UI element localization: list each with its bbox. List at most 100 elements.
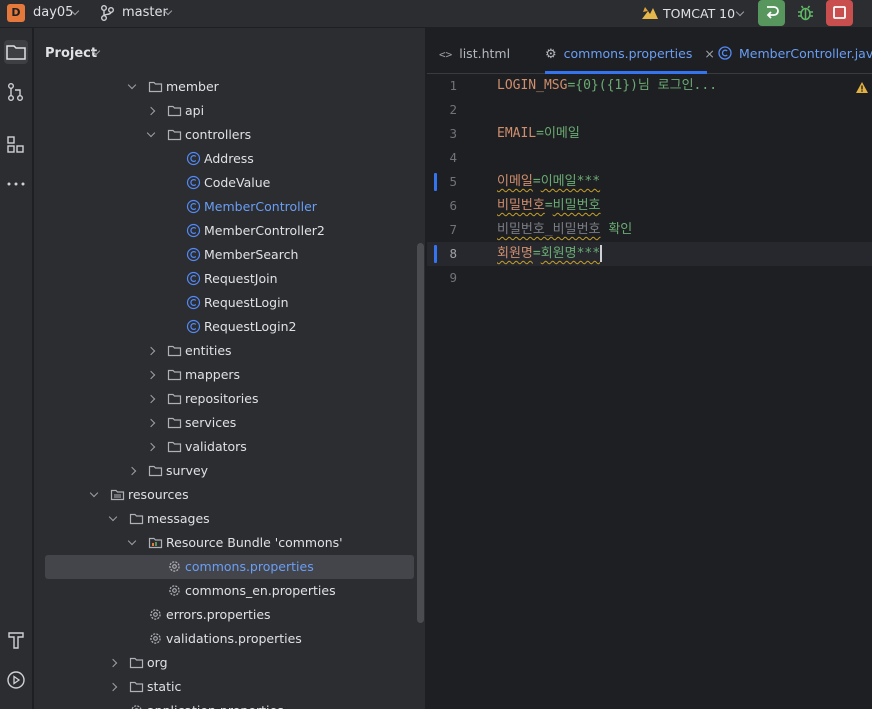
chevron-down-icon[interactable] <box>89 488 99 498</box>
project-panel-title[interactable]: Project <box>45 46 97 61</box>
tree-item-commons-en-properties[interactable]: commons_en.properties <box>34 579 414 603</box>
commit-icon <box>7 83 23 101</box>
line-number: 4 <box>449 150 457 165</box>
tree-item-label: Resource Bundle 'commons' <box>166 535 343 550</box>
tree-item-commons-properties[interactable]: commons.properties <box>45 555 414 579</box>
code-line[interactable]: 회원명=회원명*** <box>497 242 603 266</box>
chevron-right-icon[interactable] <box>146 346 156 356</box>
tab-list-html[interactable]: <> list.html <box>439 28 510 74</box>
tree-item-label: CodeValue <box>204 175 271 190</box>
chevron-right-icon[interactable] <box>146 370 156 380</box>
property-value: 확인 <box>608 222 633 237</box>
tree-item-label: messages <box>147 511 210 526</box>
tree-item-survey[interactable]: survey <box>34 459 414 483</box>
tree-item-static[interactable]: static <box>34 675 414 699</box>
code-line[interactable]: EMAIL=이메일 <box>497 122 580 146</box>
chevron-down-icon[interactable] <box>735 7 745 17</box>
tree-item-entities[interactable]: entities <box>34 339 414 363</box>
tree-item-org[interactable]: org <box>34 651 414 675</box>
tree-item-services[interactable]: services <box>34 411 414 435</box>
tree-item-application-properties[interactable]: application.properties <box>34 699 414 709</box>
code-line[interactable]: LOGIN_MSG={0}({1})님 로그인... <box>497 74 717 98</box>
branch-icon <box>101 5 114 21</box>
tree-item-errors-properties[interactable]: errors.properties <box>34 603 414 627</box>
tree-item-messages[interactable]: messages <box>34 507 414 531</box>
code-line[interactable]: 이메일=이메일*** <box>497 170 600 194</box>
chevron-down-icon[interactable] <box>127 536 137 546</box>
tree-item-label: MemberController2 <box>204 223 325 238</box>
tree-item-validators[interactable]: validators <box>34 435 414 459</box>
tree-item-member[interactable]: member <box>34 75 414 99</box>
gear-icon <box>150 609 161 620</box>
line-number: 7 <box>449 222 457 237</box>
build-tool-button[interactable] <box>4 628 28 652</box>
tree-item-repositories[interactable]: repositories <box>34 387 414 411</box>
folder-icon <box>148 81 163 93</box>
tree-item-address[interactable]: Address <box>34 147 414 171</box>
chevron-right-icon[interactable] <box>127 466 137 476</box>
debug-button[interactable] <box>792 0 819 26</box>
chevron-right-icon[interactable] <box>146 394 156 404</box>
gear-icon <box>131 705 142 709</box>
folder-icon <box>167 393 182 405</box>
warning-icon[interactable] <box>855 81 869 95</box>
tree-item-label: api <box>185 103 205 118</box>
run-configuration[interactable]: TOMCAT 10 <box>663 6 735 21</box>
chevron-down-icon[interactable] <box>127 80 137 90</box>
folder-icon <box>167 129 182 141</box>
chevron-right-icon[interactable] <box>108 682 118 692</box>
folder-icon <box>167 441 182 453</box>
tree-item-requestjoin[interactable]: RequestJoin <box>34 267 414 291</box>
code-line[interactable]: 비밀번호=비밀번호 <box>497 194 601 218</box>
stop-button[interactable] <box>826 0 853 26</box>
property-key: 비밀번호 <box>497 198 545 213</box>
tree-item-label: RequestJoin <box>204 271 278 286</box>
tree-item-label: validations.properties <box>166 631 302 646</box>
tree-scrollbar[interactable] <box>417 243 424 623</box>
hammer-icon <box>8 632 24 649</box>
tree-item-resources[interactable]: resources <box>34 483 414 507</box>
tree-item-membercontroller[interactable]: MemberController <box>34 195 414 219</box>
chevron-right-icon[interactable] <box>108 658 118 668</box>
tree-item-api[interactable]: api <box>34 99 414 123</box>
project-tool-button[interactable] <box>4 40 28 64</box>
tree-item-requestlogin[interactable]: RequestLogin <box>34 291 414 315</box>
tab-membercontroller-java[interactable]: MemberController.java <box>718 28 872 74</box>
tree-item-requestlogin2[interactable]: RequestLogin2 <box>34 315 414 339</box>
tree-item-membersearch[interactable]: MemberSearch <box>34 243 414 267</box>
services-tool-button[interactable] <box>4 668 28 692</box>
chevron-down-icon[interactable] <box>146 128 156 138</box>
tree-item-validations-properties[interactable]: validations.properties <box>34 627 414 651</box>
tree-item-codevalue[interactable]: CodeValue <box>34 171 414 195</box>
folder-icon <box>6 45 26 60</box>
project-badge[interactable]: D <box>7 4 25 22</box>
folder-icon <box>167 345 182 357</box>
chevron-down-icon[interactable] <box>108 512 118 522</box>
folder-icon <box>148 465 163 477</box>
structure-tool-button[interactable] <box>4 132 28 156</box>
chevron-right-icon[interactable] <box>146 418 156 428</box>
tree-item-controllers[interactable]: controllers <box>34 123 414 147</box>
tree-item-label: resources <box>128 487 189 502</box>
line-number: 1 <box>449 78 457 93</box>
tree-item-resource-bundle-commons[interactable]: Resource Bundle 'commons' <box>34 531 414 555</box>
chevron-right-icon[interactable] <box>146 442 156 452</box>
tab-label: MemberController.java <box>738 46 872 61</box>
tree-item-membercontroller2[interactable]: MemberController2 <box>34 219 414 243</box>
line-number: 9 <box>449 270 457 285</box>
rerun-button[interactable] <box>758 0 785 26</box>
tree-item-label: errors.properties <box>166 607 271 622</box>
chevron-right-icon[interactable] <box>146 106 156 116</box>
commit-tool-button[interactable] <box>4 80 28 104</box>
project-name[interactable]: day05 <box>33 5 73 20</box>
tree-item-label: MemberController <box>204 199 317 214</box>
close-icon[interactable]: × <box>704 46 714 61</box>
code-line[interactable]: 비밀번호_비밀번호 확인 <box>497 218 632 242</box>
property-separator: = <box>544 198 553 213</box>
tree-item-mappers[interactable]: mappers <box>34 363 414 387</box>
branch-name[interactable]: master <box>122 5 168 20</box>
line-number: 5 <box>449 174 457 189</box>
tab-commons-properties[interactable]: ⚙ commons.properties × <box>545 28 715 74</box>
more-tools-button[interactable] <box>4 172 28 196</box>
property-key: 회원명 <box>497 246 533 261</box>
